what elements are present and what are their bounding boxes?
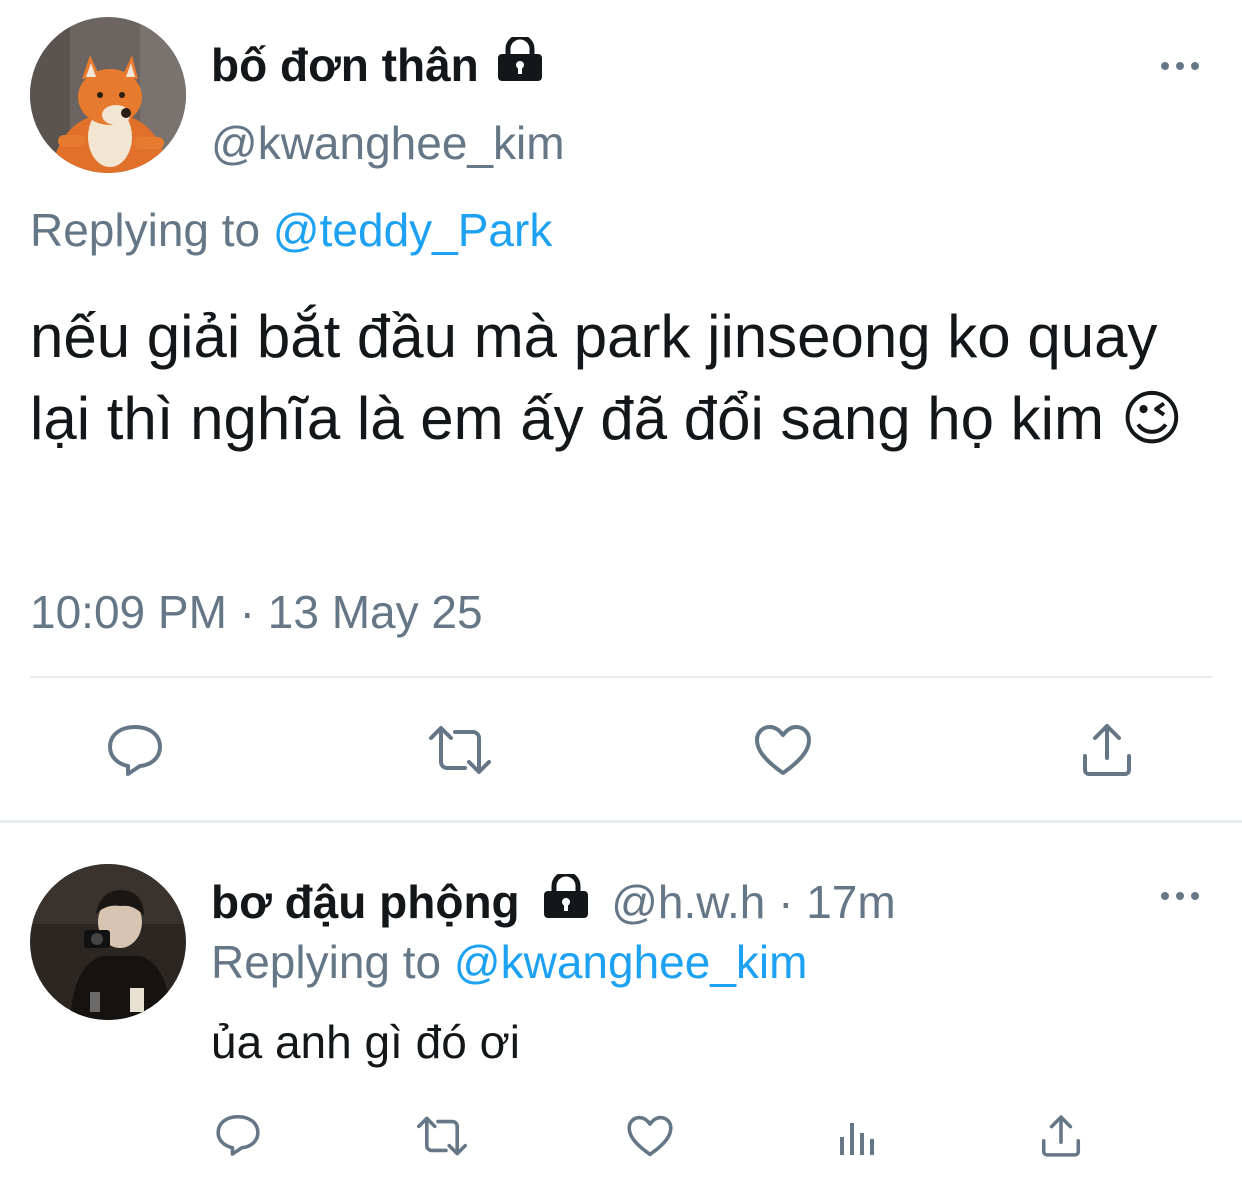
share-icon xyxy=(1083,724,1131,776)
heart-icon xyxy=(627,1115,673,1157)
retweet-button[interactable] xyxy=(422,720,498,780)
lock-icon xyxy=(494,34,546,92)
display-name-text: bố đơn thân xyxy=(211,39,479,91)
author-avatar[interactable] xyxy=(30,17,186,173)
reply-replying-to-link[interactable]: @kwanghee_kim xyxy=(454,936,808,988)
tweet-timestamp[interactable]: 10:09 PM · 13 May 25 xyxy=(30,584,483,640)
wink-emoji: 😉 xyxy=(1120,385,1184,452)
reply-author-avatar[interactable] xyxy=(30,864,186,1020)
more-options-button[interactable] xyxy=(1158,56,1202,76)
reply-text: ủa anh gì đó ơi xyxy=(211,1016,520,1068)
heart-icon xyxy=(755,725,811,775)
share-button[interactable] xyxy=(1076,718,1138,782)
reply-more-options-button[interactable] xyxy=(1158,886,1202,906)
person-photo-avatar-image xyxy=(30,864,186,1020)
share-icon xyxy=(1041,1115,1081,1157)
reply-header: bơ đậu phộng @h.w.h · 17m xyxy=(211,871,896,934)
retweet-icon xyxy=(429,726,491,774)
reply-handle[interactable]: @h.w.h xyxy=(611,876,765,928)
reply-replying-to-line: Replying to @kwanghee_kim xyxy=(211,934,807,990)
reply-replying-to-label: Replying to xyxy=(211,936,442,988)
like-button[interactable] xyxy=(750,720,816,780)
reply-icon xyxy=(108,725,162,776)
reply-icon xyxy=(216,1114,260,1156)
reply-button[interactable] xyxy=(100,720,170,780)
tweet-text: nếu giải bắt đầu mà park jinseong ko qua… xyxy=(30,296,1230,460)
author-display-name[interactable]: bố đơn thân xyxy=(211,34,546,96)
reply-share-button[interactable] xyxy=(1036,1110,1086,1162)
lock-icon xyxy=(540,871,592,930)
plush-fox-avatar-image xyxy=(30,17,186,173)
reply-like-button[interactable] xyxy=(624,1112,676,1160)
retweet-icon xyxy=(417,1116,467,1156)
tweet-body-text: nếu giải bắt đầu mà park jinseong ko qua… xyxy=(30,303,1158,452)
reply-separator: · xyxy=(778,876,794,928)
reply-display-name[interactable]: bơ đậu phộng xyxy=(211,876,520,928)
more-dots-icon xyxy=(1161,62,1199,70)
replying-to-line: Replying to @teddy_Park xyxy=(30,202,552,258)
timestamp-divider xyxy=(30,676,1212,678)
more-dots-icon xyxy=(1161,892,1199,900)
reply-retweet-button[interactable] xyxy=(412,1112,472,1160)
analytics-icon xyxy=(840,1123,874,1155)
replying-to-label: Replying to xyxy=(30,204,261,256)
tweet-separator xyxy=(0,820,1242,823)
reply-time[interactable]: 17m xyxy=(806,876,895,928)
replying-to-link[interactable]: @teddy_Park xyxy=(273,204,552,256)
reply-analytics-button[interactable] xyxy=(830,1114,882,1160)
reply-reply-button[interactable] xyxy=(212,1110,264,1160)
author-handle[interactable]: @kwanghee_kim xyxy=(211,116,565,170)
